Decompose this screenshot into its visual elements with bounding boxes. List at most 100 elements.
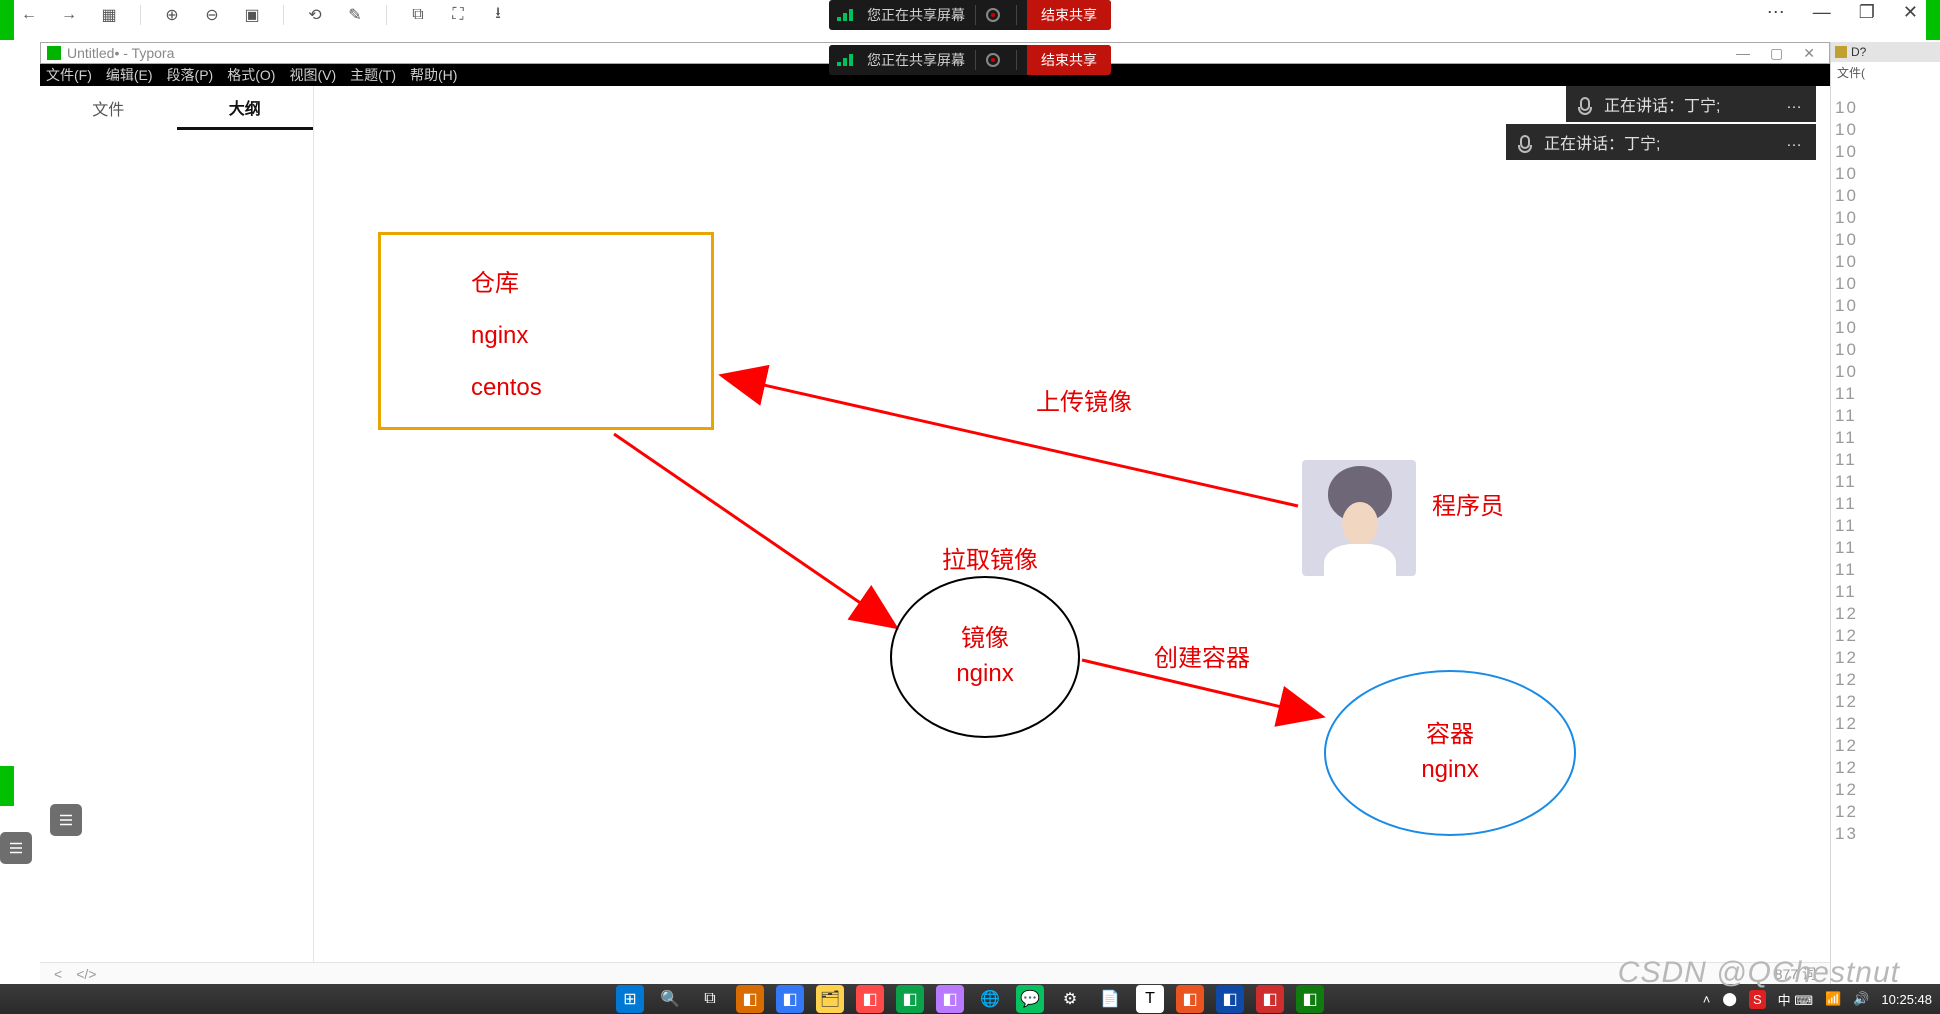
app-icon[interactable]: ◧	[776, 985, 804, 1013]
line-number: 12	[1835, 802, 1936, 824]
separator	[140, 5, 141, 25]
container-node-title: 容器	[1426, 718, 1474, 753]
search-icon[interactable]: 🔍	[656, 985, 684, 1013]
edge-marker	[1926, 0, 1940, 40]
image-node: 镜像 nginx	[890, 576, 1080, 738]
tab-outline[interactable]: 大纲	[177, 86, 314, 130]
more-icon[interactable]: …	[1786, 95, 1804, 113]
windows-taskbar[interactable]: ⊞ 🔍 ⧉ ◧ ◧ 🗂 ◧ ◧ ◧ 🌐 💬 ⚙ 📄 T ◧ ◧ ◧ ◧ ˄ ⬤ …	[0, 984, 1940, 1014]
app-icon[interactable]: ◧	[1296, 985, 1324, 1013]
app-icon[interactable]: ⚙	[1056, 985, 1084, 1013]
app-icon[interactable]: 📄	[1096, 985, 1124, 1013]
close-icon[interactable]: ✕	[1903, 2, 1918, 23]
fullscreen-icon[interactable]: ⛶	[449, 6, 467, 24]
outer-window-controls: ⋯ — ❐ ✕	[1767, 2, 1918, 23]
rotate-left-icon[interactable]: ⟲	[306, 6, 324, 24]
typora-statusbar: < </> 877 词	[40, 962, 1830, 984]
tray-ime[interactable]: 中 ⌨	[1778, 990, 1813, 1009]
minimize-icon[interactable]: —	[1813, 2, 1831, 23]
wechat-icon[interactable]: 💬	[1016, 985, 1044, 1013]
grid-icon[interactable]: ▦	[100, 6, 118, 24]
speaking-name: 丁宁;	[1684, 92, 1720, 116]
more-icon[interactable]: ⋯	[1767, 2, 1785, 23]
stop-share-button[interactable]: 结束共享	[1027, 0, 1111, 30]
mic-icon	[1520, 135, 1530, 149]
share-text: 您正在共享屏幕	[867, 5, 965, 25]
app-icon[interactable]: ◧	[936, 985, 964, 1013]
upload-label: 上传镜像	[1036, 382, 1132, 417]
maximize-icon[interactable]: ❐	[1859, 2, 1875, 23]
taskview-icon[interactable]: ⧉	[696, 985, 724, 1013]
system-tray[interactable]: ˄ ⬤ S 中 ⌨ 📶 🔊 10:25:48	[1703, 984, 1932, 1014]
tray-chevron-icon[interactable]: ˄	[1703, 992, 1711, 1007]
outline-toggle-button[interactable]	[50, 804, 82, 836]
menu-item[interactable]: 帮助(H)	[410, 65, 457, 85]
line-number: 10	[1835, 208, 1936, 230]
pull-label: 拉取镜像	[942, 540, 1038, 575]
tray-sogou-icon[interactable]: S	[1749, 990, 1766, 1009]
edge-marker	[0, 0, 14, 40]
speaking-prefix: 正在讲话：	[1604, 92, 1684, 116]
line-number: 11	[1835, 472, 1936, 494]
app-icon[interactable]: ◧	[1176, 985, 1204, 1013]
separator	[283, 5, 284, 25]
line-number: 10	[1835, 252, 1936, 274]
tray-time[interactable]: 10:25:48	[1881, 992, 1932, 1007]
sb-code-icon[interactable]: </>	[76, 966, 96, 982]
signal-icon	[837, 54, 859, 66]
sb-caret-icon[interactable]: <	[54, 966, 62, 982]
edit-icon[interactable]: ✎	[346, 6, 364, 24]
right-panel: D? 文件( 101010101010101010101010101111111…	[1830, 42, 1940, 984]
line-number: 11	[1835, 538, 1936, 560]
download-icon[interactable]: ⭳	[489, 6, 507, 24]
separator	[1016, 50, 1017, 70]
app-icon[interactable]: ◧	[856, 985, 884, 1013]
tray-volume-icon[interactable]: 🔊	[1853, 991, 1869, 1007]
tab-file[interactable]: 文件	[40, 86, 177, 130]
forward-icon[interactable]: →	[60, 6, 78, 24]
record-icon[interactable]	[986, 8, 1000, 22]
app-icon[interactable]: ◧	[1256, 985, 1284, 1013]
back-icon[interactable]: ←	[20, 6, 38, 24]
image-node-name: nginx	[956, 657, 1013, 692]
app-icon[interactable]: ◧	[736, 985, 764, 1013]
app-icon[interactable]: ◧	[896, 985, 924, 1013]
minimize-icon[interactable]: —	[1726, 43, 1760, 64]
outline-toggle-button[interactable]	[0, 832, 32, 864]
speaking-indicator: 正在讲话： 丁宁; …	[1506, 124, 1816, 160]
fit-icon[interactable]: ▣	[243, 6, 261, 24]
start-icon[interactable]: ⊞	[616, 985, 644, 1013]
app-icon[interactable]: ◧	[1216, 985, 1244, 1013]
line-number: 12	[1835, 714, 1936, 736]
tray-icon[interactable]: ⬤	[1722, 991, 1737, 1007]
stop-share-button[interactable]: 结束共享	[1027, 45, 1111, 75]
more-icon[interactable]: …	[1786, 133, 1804, 151]
menu-item[interactable]: 主题(T)	[350, 65, 396, 85]
tray-wifi-icon[interactable]: 📶	[1825, 991, 1841, 1007]
line-number: 10	[1835, 142, 1936, 164]
zoom-in-icon[interactable]: ⊕	[163, 6, 181, 24]
copy-icon[interactable]: ⧉	[409, 6, 427, 24]
image-node-title: 镜像	[961, 622, 1009, 657]
repo-item: nginx	[471, 322, 711, 350]
typora-icon[interactable]: T	[1136, 985, 1164, 1013]
menu-item[interactable]: 视图(V)	[289, 65, 336, 85]
zoom-out-icon[interactable]: ⊖	[203, 6, 221, 24]
chrome-icon[interactable]: 🌐	[976, 985, 1004, 1013]
menu-item[interactable]: 段落(P)	[167, 65, 214, 85]
signal-icon	[837, 9, 859, 21]
record-icon[interactable]	[986, 53, 1000, 67]
line-number: 11	[1835, 450, 1936, 472]
close-icon[interactable]: ✕	[1793, 43, 1825, 64]
line-number: 12	[1835, 604, 1936, 626]
word-count[interactable]: 877 词	[1775, 964, 1816, 984]
repo-box: 仓库 nginx centos	[378, 232, 714, 430]
menu-item[interactable]: 文件(F)	[46, 65, 92, 85]
explorer-icon[interactable]: 🗂	[816, 985, 844, 1013]
right-panel-label: 文件(	[1837, 64, 1865, 81]
menu-item[interactable]: 格式(O)	[227, 65, 275, 85]
menu-item[interactable]: 编辑(E)	[106, 65, 153, 85]
diagram-canvas[interactable]: 仓库 nginx centos 镜像 nginx 容器 nginx 程序员 上传…	[314, 86, 1830, 962]
maximize-icon[interactable]: ▢	[1760, 43, 1793, 64]
typora-window: Untitled• - Typora — ▢ ✕ 文件(F)编辑(E)段落(P)…	[40, 42, 1830, 984]
